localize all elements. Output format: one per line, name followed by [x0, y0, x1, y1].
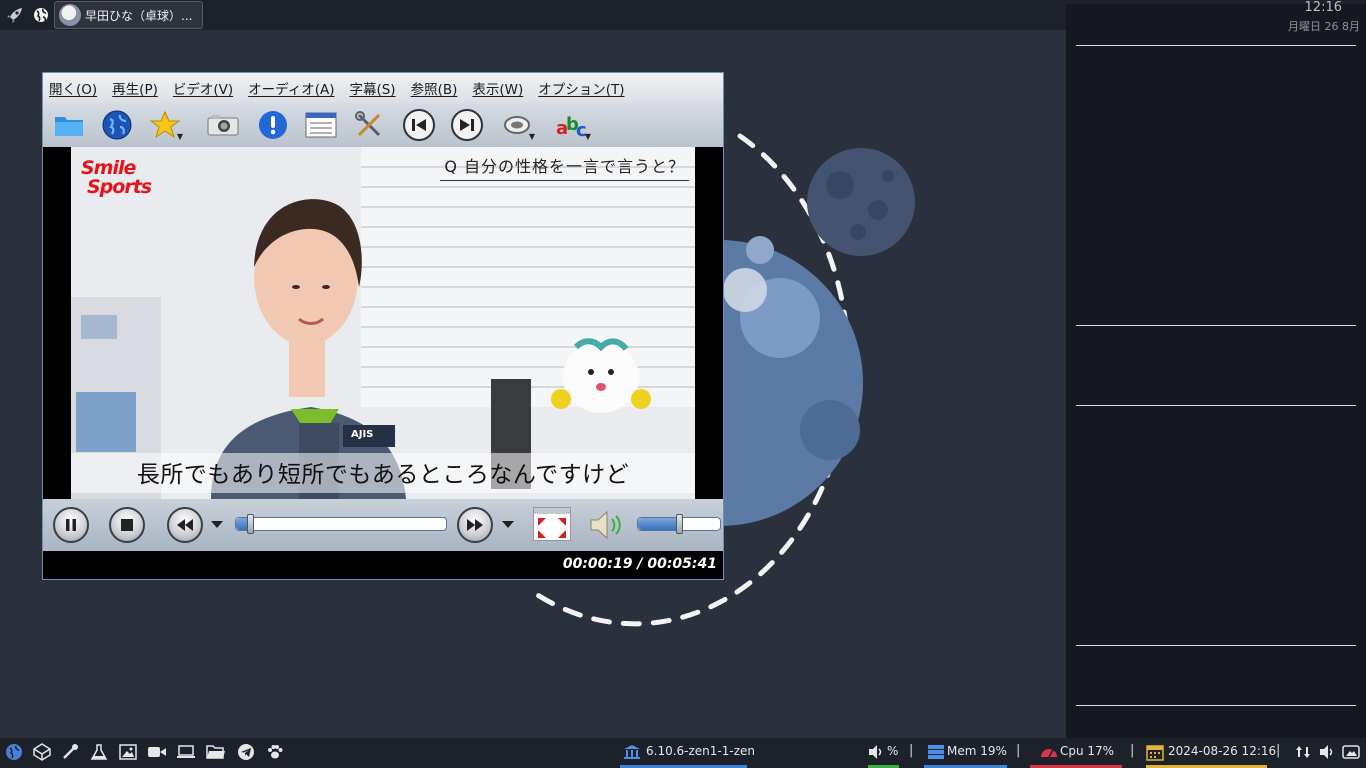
mute-button[interactable] [587, 507, 627, 543]
time-display: 00:00:19 / 00:05:41 [562, 556, 717, 572]
memory-usage: Mem 19% [947, 744, 1007, 758]
lab-flask-icon[interactable] [88, 741, 110, 763]
volume-slider[interactable] [637, 514, 721, 534]
stop-button[interactable] [109, 507, 145, 543]
fullscreen-icon [534, 508, 570, 538]
taskbar-window-title: 早田ひな（卓球）... [85, 8, 193, 23]
video-frame: Smile Sports Q 自分の性格を一言で言うと？ AJIS 長所でもあり… [71, 147, 695, 499]
kernel-version: 6.10.6-zen1-1-zen [646, 744, 756, 758]
seek-handle[interactable] [247, 514, 254, 534]
menu-audio[interactable]: オーディオ(A) [248, 78, 334, 98]
speaker-icon [590, 510, 621, 540]
laptop-icon[interactable] [175, 741, 197, 763]
pause-button[interactable] [53, 507, 89, 543]
menu-view[interactable]: 表示(W) [472, 78, 523, 98]
stop-icon [121, 519, 133, 531]
volume-handle[interactable] [676, 514, 683, 534]
moon [807, 148, 915, 256]
tray-volume-icon[interactable] [1316, 741, 1338, 763]
subtitle-abc-icon[interactable]: abc ▼ [555, 109, 591, 141]
separator: | [1016, 743, 1021, 758]
menu-options[interactable]: オプション(T) [538, 78, 624, 98]
screenshot-camera-icon[interactable] [205, 109, 241, 141]
menu-play[interactable]: 再生(P) [112, 78, 158, 98]
menu-browse[interactable]: 参照(B) [411, 78, 458, 98]
side-clock-time: 12:16 [1304, 0, 1342, 15]
menu-subtitles[interactable]: 字幕(S) [349, 78, 395, 98]
next-track-icon[interactable] [449, 109, 485, 141]
menu-bar: 開く(O) 再生(P) ビデオ(V) オーディオ(A) 字幕(S) 参照(B) … [43, 73, 723, 103]
paw-icon[interactable] [264, 741, 286, 763]
window-app-avatar-icon [59, 4, 81, 26]
menu-video[interactable]: ビデオ(V) [173, 78, 233, 98]
jacket-logo-text: AJIS [351, 429, 374, 440]
codepen-cube-icon[interactable] [31, 741, 53, 763]
kernel-bank-icon [621, 741, 643, 763]
fast-forward-button[interactable] [457, 507, 493, 543]
pause-icon [66, 519, 76, 531]
playback-controls [43, 499, 723, 551]
panel-divider [1076, 645, 1356, 646]
side-clock-date: 月曜日 26 8月 [1288, 20, 1360, 33]
color-picker-icon[interactable] [59, 741, 81, 763]
date-time: 2024-08-26 12:16 [1168, 744, 1277, 758]
audio-track-icon[interactable]: ▼ [499, 109, 535, 141]
separator: | [909, 743, 914, 758]
image-viewer-icon[interactable] [117, 741, 139, 763]
open-url-globe-icon[interactable] [99, 109, 135, 141]
globe-icon[interactable] [31, 5, 51, 25]
separator: | [1276, 743, 1281, 758]
panel-divider [1076, 705, 1356, 706]
video-display[interactable]: Smile Sports Q 自分の性格を一言で言うと？ AJIS 長所でもあり… [43, 147, 723, 499]
cpu-usage: Cpu 17% [1060, 744, 1115, 758]
rewind-icon [177, 519, 193, 531]
tray-display-icon[interactable] [1340, 741, 1362, 763]
info-icon[interactable] [255, 109, 291, 141]
rocket-launcher-icon[interactable] [5, 5, 25, 25]
panel-divider [1076, 325, 1356, 326]
taskbar-window-button[interactable]: 早田ひな（卓球）... [54, 1, 203, 29]
video-camera-icon[interactable] [146, 741, 168, 763]
calendar-icon[interactable] [1144, 741, 1166, 763]
fast-forward-icon [467, 519, 483, 531]
bottom-panel: 6.10.6-zen1-1-zen % | Mem 19% | Cpu 17% … [0, 738, 1366, 768]
telegram-icon[interactable] [235, 741, 257, 763]
toolbar: ▼ ▼ abc ▼ [43, 103, 723, 147]
rewind-dropdown-arrow[interactable] [211, 521, 223, 528]
video-subtitle: 長所でもあり短所でもあるところなんですけど [136, 462, 630, 488]
video-caption-question: Q 自分の性格を一言で言うと？ [440, 153, 689, 181]
volume-level-fill [638, 518, 680, 530]
network-transfer-icon[interactable] [1292, 741, 1314, 763]
open-folder-icon[interactable] [51, 109, 87, 141]
separator: | [1130, 743, 1135, 758]
rewind-button[interactable] [167, 507, 203, 543]
menu-open[interactable]: 開く(O) [49, 78, 97, 98]
fullscreen-button[interactable] [533, 507, 571, 541]
channel-logo-line2: Sports [87, 176, 152, 198]
favorites-star-icon[interactable]: ▼ [147, 109, 183, 141]
previous-track-icon[interactable] [401, 109, 437, 141]
file-manager-folder-icon[interactable] [205, 741, 227, 763]
desktop-info-panel: 12:16 月曜日 26 8月 [1066, 0, 1366, 738]
seek-slider[interactable] [235, 514, 447, 534]
forward-dropdown-arrow[interactable] [502, 521, 514, 528]
memory-icon [925, 741, 947, 763]
video-scene [71, 147, 695, 499]
volume-percent: % [887, 744, 899, 758]
status-bar: 00:00:19 / 00:05:41 [43, 551, 723, 579]
browser-globe-icon[interactable] [3, 741, 25, 763]
media-player-window: 開く(O) 再生(P) ビデオ(V) オーディオ(A) 字幕(S) 参照(B) … [42, 72, 724, 580]
panel-divider [1076, 405, 1356, 406]
panel-divider [1076, 45, 1356, 46]
volume-icon[interactable] [865, 741, 887, 763]
cpu-gauge-icon [1038, 741, 1060, 763]
preferences-tools-icon[interactable] [351, 109, 387, 141]
playlist-icon[interactable] [303, 109, 339, 141]
